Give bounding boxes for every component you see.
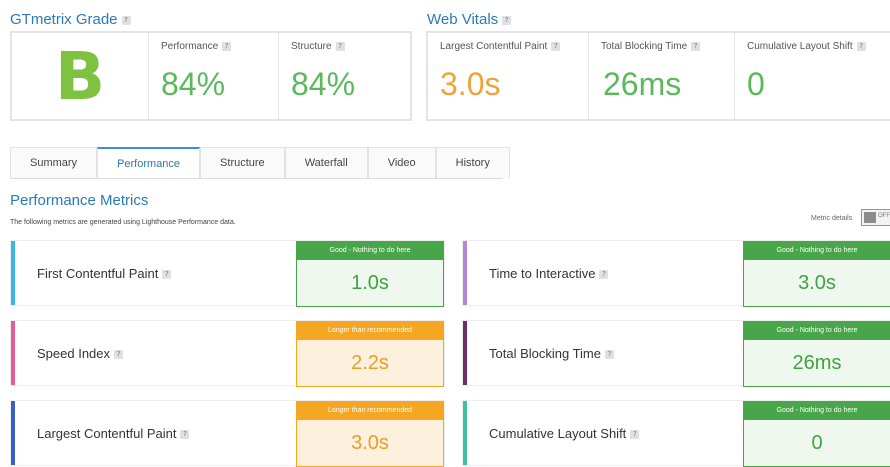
performance-label: Performance? <box>161 41 278 52</box>
metrics-title: Performance Metrics <box>10 192 149 209</box>
grade-section-title: GTmetrix Grade? <box>10 11 131 28</box>
vitals-panel: Largest Contentful Paint? 3.0s Total Blo… <box>426 31 890 121</box>
metric-accent-bar <box>11 401 15 465</box>
metric-accent-bar <box>463 401 467 465</box>
metric-status: Good - Nothing to do here 3.0s <box>743 241 890 307</box>
help-icon[interactable]: ? <box>691 41 701 51</box>
metric-value: 3.0s <box>297 420 443 466</box>
grade-title-text: GTmetrix Grade <box>10 11 118 28</box>
metric-name: Largest Contentful Paint? <box>37 401 190 467</box>
vital-cls-label: Cumulative Layout Shift? <box>747 41 890 52</box>
help-icon[interactable]: ? <box>162 270 172 280</box>
performance-score: Performance? 84% <box>148 33 278 119</box>
grade-letter: B <box>54 37 106 115</box>
toggle-knob <box>864 212 876 223</box>
vital-tbt-label: Total Blocking Time? <box>601 41 734 52</box>
structure-value: 84% <box>291 66 356 102</box>
metric-accent-bar <box>11 321 15 385</box>
metric-value: 26ms <box>744 340 890 386</box>
help-icon[interactable]: ? <box>335 41 345 51</box>
metric-details-label: Metric details <box>811 215 853 222</box>
help-icon[interactable]: ? <box>630 430 640 440</box>
help-icon[interactable]: ? <box>856 41 866 51</box>
metric-status: Longer than recommended 2.2s <box>296 321 444 387</box>
help-icon[interactable]: ? <box>599 270 609 280</box>
metric-total-blocking-time: Total Blocking Time? Good - Nothing to d… <box>462 320 890 387</box>
tab-waterfall[interactable]: Waterfall <box>284 147 368 178</box>
metric-name: Speed Index? <box>37 321 124 387</box>
vital-tbt-value: 26ms <box>603 66 682 102</box>
help-icon[interactable]: ? <box>180 430 190 440</box>
metric-status: Longer than recommended 3.0s <box>296 401 444 467</box>
vital-cls-value: 0 <box>747 66 765 102</box>
metric-status-tag: Good - Nothing to do here <box>744 402 890 420</box>
vitals-title-text: Web Vitals <box>427 11 499 28</box>
metric-name: Total Blocking Time? <box>489 321 614 387</box>
tab-history[interactable]: History <box>435 147 510 178</box>
structure-score: Structure? 84% <box>278 33 410 119</box>
vitals-section-title: Web Vitals? <box>427 11 512 28</box>
report-tabs: Summary Performance Structure Waterfall … <box>10 147 510 179</box>
help-icon[interactable]: ? <box>605 350 614 360</box>
metric-value: 3.0s <box>744 260 890 306</box>
metric-cumulative-layout-shift: Cumulative Layout Shift? Good - Nothing … <box>462 400 890 467</box>
performance-value: 84% <box>161 66 226 102</box>
tab-video[interactable]: Video <box>367 147 436 178</box>
vital-lcp-label: Largest Contentful Paint? <box>440 41 588 52</box>
metric-first-contentful-paint: First Contentful Paint? Good - Nothing t… <box>10 240 445 307</box>
vital-tbt: Total Blocking Time? 26ms <box>588 33 734 119</box>
vital-lcp: Largest Contentful Paint? 3.0s <box>428 33 588 119</box>
metric-value: 1.0s <box>297 260 443 306</box>
metric-status-tag: Longer than recommended <box>297 322 443 340</box>
help-icon[interactable]: ? <box>551 41 561 51</box>
tab-summary[interactable]: Summary <box>10 147 98 178</box>
metric-accent-bar <box>463 321 467 385</box>
metric-status-tag: Good - Nothing to do here <box>744 242 890 260</box>
metric-status: Good - Nothing to do here 1.0s <box>296 241 444 307</box>
metric-time-to-interactive: Time to Interactive? Good - Nothing to d… <box>462 240 890 307</box>
metrics-description: The following metrics are generated usin… <box>10 219 236 226</box>
metric-name: First Contentful Paint? <box>37 241 172 307</box>
help-icon[interactable]: ? <box>222 41 232 51</box>
metric-status-tag: Longer than recommended <box>297 402 443 420</box>
metric-status: Good - Nothing to do here 26ms <box>743 321 890 387</box>
vital-lcp-value: 3.0s <box>440 66 501 102</box>
metric-speed-index: Speed Index? Longer than recommended 2.2… <box>10 320 445 387</box>
metric-value: 2.2s <box>297 340 443 386</box>
grade-panel: B Performance? 84% Structure? 84% <box>10 31 412 121</box>
help-icon[interactable]: ? <box>114 350 124 360</box>
structure-label: Structure? <box>291 41 410 52</box>
metric-status-tag: Good - Nothing to do here <box>744 322 890 340</box>
metric-details-toggle[interactable]: OFF <box>861 209 890 226</box>
vital-cls: Cumulative Layout Shift? 0 <box>734 33 890 119</box>
toggle-state-text: OFF <box>878 213 890 219</box>
metric-largest-contentful-paint: Largest Contentful Paint? Longer than re… <box>10 400 445 467</box>
metric-name: Cumulative Layout Shift? <box>489 401 640 467</box>
metric-status: Good - Nothing to do here 0 <box>743 401 890 467</box>
help-icon[interactable]: ? <box>121 15 131 25</box>
help-icon[interactable]: ? <box>502 15 512 25</box>
tab-structure[interactable]: Structure <box>200 147 285 178</box>
metric-accent-bar <box>11 241 15 305</box>
metric-value: 0 <box>744 420 890 466</box>
tab-performance[interactable]: Performance <box>97 147 201 178</box>
metric-status-tag: Good - Nothing to do here <box>297 242 443 260</box>
metric-name: Time to Interactive? <box>489 241 609 307</box>
metric-accent-bar <box>463 241 467 305</box>
